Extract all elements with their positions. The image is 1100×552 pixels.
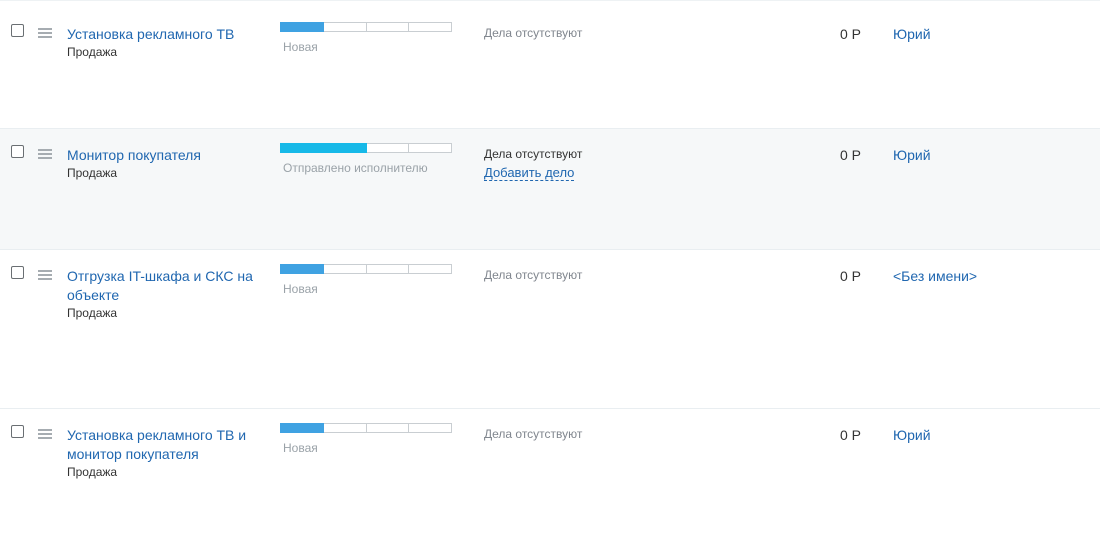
stage-segment[interactable] [323,22,367,32]
deal-list: Установка рекламного ТВ Продажа Новая Де… [0,0,1100,552]
stage-progress-bar[interactable] [280,264,452,274]
deal-title-link[interactable]: Монитор покупателя [67,146,267,165]
stage-label: Новая [283,40,318,54]
stage-label: Отправлено исполнителю [283,161,428,175]
stage-segment[interactable] [280,22,324,32]
deal-sum: 0 Р [839,427,861,443]
drag-handle-icon[interactable] [38,149,52,159]
drag-handle-icon[interactable] [38,270,52,280]
stage-segment[interactable] [280,143,324,153]
deal-row[interactable]: Отгрузка IT-шкафа и СКС на объекте Прода… [0,250,1100,409]
row-checkbox[interactable] [11,145,24,158]
row-checkbox[interactable] [11,266,24,279]
activities-status: Дела отсутствуют [484,26,583,40]
deal-sum: 0 Р [839,147,861,163]
deal-sum: 0 Р [839,268,861,284]
drag-handle-icon[interactable] [38,429,52,439]
stage-segment[interactable] [366,264,410,274]
deal-category: Продажа [67,45,118,59]
deal-row[interactable]: Установка рекламного ТВ и монитор покупа… [0,409,1100,552]
deal-category: Продажа [67,166,118,180]
stage-segment[interactable] [409,143,452,153]
add-activity-link[interactable]: Добавить дело [484,165,575,181]
deal-row[interactable]: Установка рекламного ТВ Продажа Новая Де… [0,8,1100,129]
stage-segment[interactable] [366,423,410,433]
responsible-link[interactable]: Юрий [893,427,931,443]
stage-segment[interactable] [409,264,452,274]
activities-status: Дела отсутствуют [484,268,583,282]
deal-title-link[interactable]: Установка рекламного ТВ и монитор покупа… [67,426,267,464]
deal-title-link[interactable]: Отгрузка IT-шкафа и СКС на объекте [67,267,267,305]
stage-progress-bar[interactable] [280,143,452,153]
stage-progress-bar[interactable] [280,423,452,433]
row-checkbox[interactable] [11,24,24,37]
row-checkbox[interactable] [11,425,24,438]
deal-title-link[interactable]: Установка рекламного ТВ [67,25,267,44]
deal-sum: 0 Р [839,26,861,42]
deal-category: Продажа [67,465,118,479]
stage-label: Новая [283,441,318,455]
responsible-link[interactable]: Юрий [893,147,931,163]
deal-category: Продажа [67,306,118,320]
drag-handle-icon[interactable] [38,28,52,38]
stage-progress-bar[interactable] [280,22,452,32]
activities-status: Дела отсутствуют [484,427,583,441]
deal-row[interactable]: Монитор покупателя Продажа Отправлено ис… [0,129,1100,250]
stage-segment[interactable] [323,143,367,153]
activities-status: Дела отсутствуют [484,147,583,161]
stage-label: Новая [283,282,318,296]
stage-segment[interactable] [280,264,324,274]
responsible-link[interactable]: Юрий [893,26,931,42]
stage-segment[interactable] [409,423,452,433]
stage-segment[interactable] [323,264,367,274]
stage-segment[interactable] [366,143,410,153]
stage-segment[interactable] [366,22,410,32]
stage-segment[interactable] [409,22,452,32]
stage-segment[interactable] [280,423,324,433]
responsible-link[interactable]: <Без имени> [893,268,977,284]
stage-segment[interactable] [323,423,367,433]
